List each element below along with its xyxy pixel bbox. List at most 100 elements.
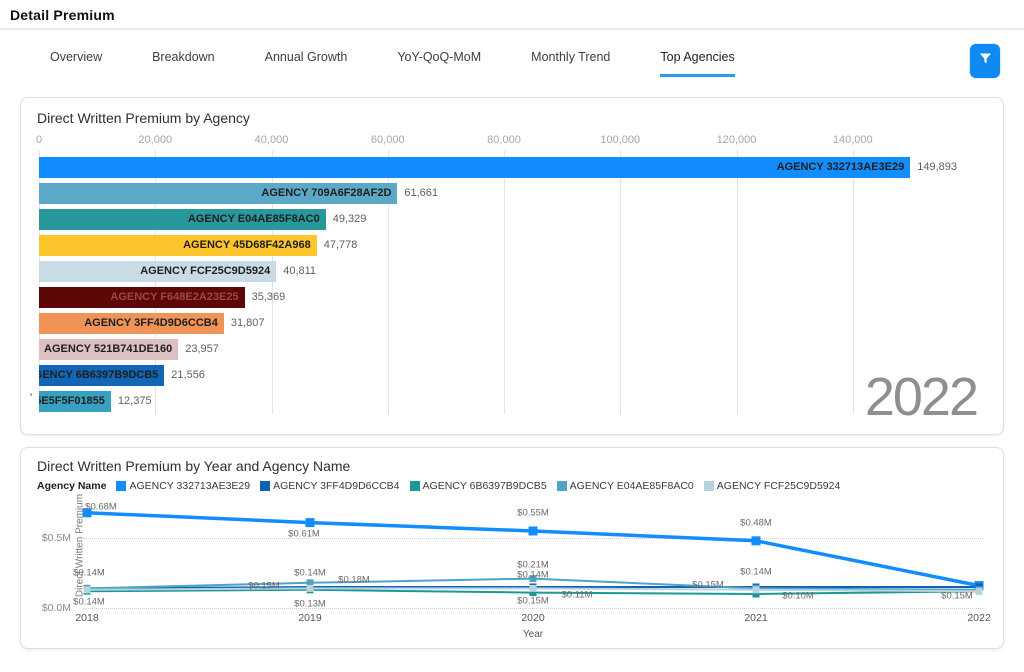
- bar-row: '95E5F5F0185512,375: [39, 388, 969, 414]
- line-chart-card: Direct Written Premium by Year and Agenc…: [20, 447, 1004, 649]
- legend-label: AGENCY 6B6397B9DCB5: [423, 480, 547, 492]
- data-point-label: $0.15M: [248, 581, 280, 592]
- data-point-label: $0.61M: [288, 528, 320, 539]
- bar-label: AGENCY 3FF4D9D6CCB4: [84, 313, 218, 334]
- tab-breakdown[interactable]: Breakdown: [152, 50, 215, 77]
- x-axis-tick: 0: [36, 134, 42, 146]
- data-point-marker[interactable]: [307, 585, 314, 592]
- bar[interactable]: AGENCY 709A6F28AF2D: [39, 183, 397, 204]
- bar[interactable]: AGENCY 6B6397B9DCB5: [39, 365, 164, 386]
- clipped-label-mark: ': [30, 392, 32, 404]
- line-chart-legend: Agency Name AGENCY 332713AE3E29 AGENCY 3F…: [37, 480, 987, 492]
- bar-label: AGENCY F648E2A23E25: [110, 287, 238, 308]
- data-point-label: $0.15M: [692, 580, 724, 591]
- bar-row: AGENCY 709A6F28AF2D 61,661: [39, 180, 969, 206]
- bar[interactable]: AGENCY E04AE85F8AC0: [39, 209, 326, 230]
- data-point-marker[interactable]: [529, 527, 538, 536]
- legend-item[interactable]: AGENCY FCF25C9D5924: [704, 480, 841, 492]
- y-axis-tick: $0.5M: [31, 532, 71, 544]
- data-point-marker[interactable]: [976, 588, 983, 595]
- bar[interactable]: 95E5F5F01855: [39, 391, 111, 412]
- bar-value: 149,893: [917, 161, 957, 173]
- data-point-label: $0.14M: [73, 597, 105, 608]
- data-point-label: $0.55M: [517, 508, 549, 519]
- tab-monthly-trend[interactable]: Monthly Trend: [531, 50, 610, 77]
- x-axis-tick: 140,000: [833, 134, 873, 146]
- bar[interactable]: AGENCY FCF25C9D5924: [39, 261, 276, 282]
- bar-value: 35,369: [252, 291, 286, 303]
- bar[interactable]: AGENCY 3FF4D9D6CCB4: [39, 313, 224, 334]
- tab-bar: Overview Breakdown Annual Growth YoY-QoQ-Mo…: [0, 50, 1024, 77]
- bar-value: 31,807: [231, 317, 265, 329]
- y-axis-tick: $0.0M: [31, 602, 71, 614]
- x-axis-tick: 80,000: [487, 134, 521, 146]
- tab-top-agencies[interactable]: Top Agencies: [660, 50, 734, 77]
- bar-label: 95E5F5F01855: [39, 391, 105, 412]
- data-point-marker[interactable]: [752, 536, 761, 545]
- data-point-marker[interactable]: [753, 586, 760, 593]
- x-axis-tick: 20,000: [138, 134, 172, 146]
- bar[interactable]: AGENCY 45D68F42A968: [39, 235, 317, 256]
- bar-label: AGENCY 521B741DE160: [44, 339, 172, 360]
- bar-row: AGENCY 45D68F42A968 47,778: [39, 232, 969, 258]
- x-axis-tick: 120,000: [717, 134, 757, 146]
- legend-swatch-icon: [260, 481, 270, 491]
- data-point-label: $0.14M: [740, 567, 772, 578]
- tab-overview[interactable]: Overview: [50, 50, 102, 77]
- legend-swatch-icon: [557, 481, 567, 491]
- bar-chart-x-axis: 020,00040,00060,00080,000100,000120,0001…: [39, 134, 969, 152]
- legend-item[interactable]: AGENCY E04AE85F8AC0: [557, 480, 694, 492]
- bar-row: AGENCY F648E2A23E25 35,369: [39, 284, 969, 310]
- data-point-label: $0.14M: [294, 568, 326, 579]
- data-point-marker[interactable]: [84, 586, 91, 593]
- legend-label: AGENCY FCF25C9D5924: [717, 480, 841, 492]
- bar-row: AGENCY E04AE85F8AC0 49,329: [39, 206, 969, 232]
- data-point-label: $0.18M: [338, 574, 370, 585]
- x-axis-tick: 100,000: [600, 134, 640, 146]
- data-point-label: $0.11M: [562, 589, 593, 600]
- line-chart-title: Direct Written Premium by Year and Agenc…: [37, 458, 987, 474]
- data-point-marker[interactable]: [530, 585, 537, 592]
- x-axis-tick: 40,000: [255, 134, 289, 146]
- filter-button[interactable]: [970, 44, 1000, 78]
- bar-value: 21,556: [171, 369, 205, 381]
- legend-label: AGENCY 332713AE3E29: [129, 480, 250, 492]
- bar-label: AGENCY 45D68F42A968: [183, 235, 311, 256]
- tab-annual-growth[interactable]: Annual Growth: [265, 50, 348, 77]
- line-chart-plot[interactable]: Direct Written Premium Year $0.5M$0.0M20…: [77, 498, 989, 648]
- tab-yoy-qoq-mom[interactable]: YoY-QoQ-MoM: [397, 50, 481, 77]
- legend-swatch-icon: [704, 481, 714, 491]
- data-point-label: $0.15M: [517, 596, 549, 607]
- data-point-label: $0.13M: [294, 598, 326, 609]
- year-watermark: 2022: [865, 370, 977, 424]
- bar-chart-card: Direct Written Premium by Agency 0 20,000…: [20, 97, 1004, 435]
- bar-value: 49,329: [333, 213, 367, 225]
- legend-title: Agency Name: [37, 480, 106, 492]
- bar-label: AGENCY 332713AE3E29: [777, 157, 905, 178]
- bar-chart-plot[interactable]: 020,00040,00060,00080,000100,000120,0001…: [39, 134, 969, 414]
- legend-swatch-icon: [116, 481, 126, 491]
- bar-value: 47,778: [324, 239, 358, 251]
- data-point-label: $0.14M: [517, 570, 549, 581]
- bar-value: 61,661: [404, 187, 438, 199]
- data-point-label: $0.10M: [782, 591, 814, 602]
- data-point-label: $0.15M: [941, 591, 973, 602]
- data-point-label: $0.68M: [85, 501, 117, 512]
- legend-item[interactable]: AGENCY 3FF4D9D6CCB4: [260, 480, 399, 492]
- legend-item[interactable]: AGENCY 6B6397B9DCB5: [410, 480, 547, 492]
- filter-funnel-icon: [978, 51, 993, 71]
- bar-value: 40,811: [283, 265, 316, 277]
- bar[interactable]: AGENCY 521B741DE160: [39, 339, 178, 360]
- report-header: Detail Premium: [0, 0, 1024, 30]
- bar[interactable]: AGENCY F648E2A23E25: [39, 287, 245, 308]
- data-point-marker[interactable]: [306, 518, 315, 527]
- legend-label: AGENCY 3FF4D9D6CCB4: [273, 480, 399, 492]
- bar[interactable]: AGENCY 332713AE3E29: [39, 157, 910, 178]
- data-point-label: $0.21M: [517, 559, 549, 570]
- bar-label: AGENCY 709A6F28AF2D: [261, 183, 391, 204]
- legend-item[interactable]: AGENCY 332713AE3E29: [116, 480, 250, 492]
- bar-chart-title: Direct Written Premium by Agency: [37, 110, 987, 126]
- bar-row: AGENCY 3FF4D9D6CCB4 31,807: [39, 310, 969, 336]
- bar-value: 23,957: [185, 343, 219, 355]
- bar-row: AGENCY 521B741DE160 23,957: [39, 336, 969, 362]
